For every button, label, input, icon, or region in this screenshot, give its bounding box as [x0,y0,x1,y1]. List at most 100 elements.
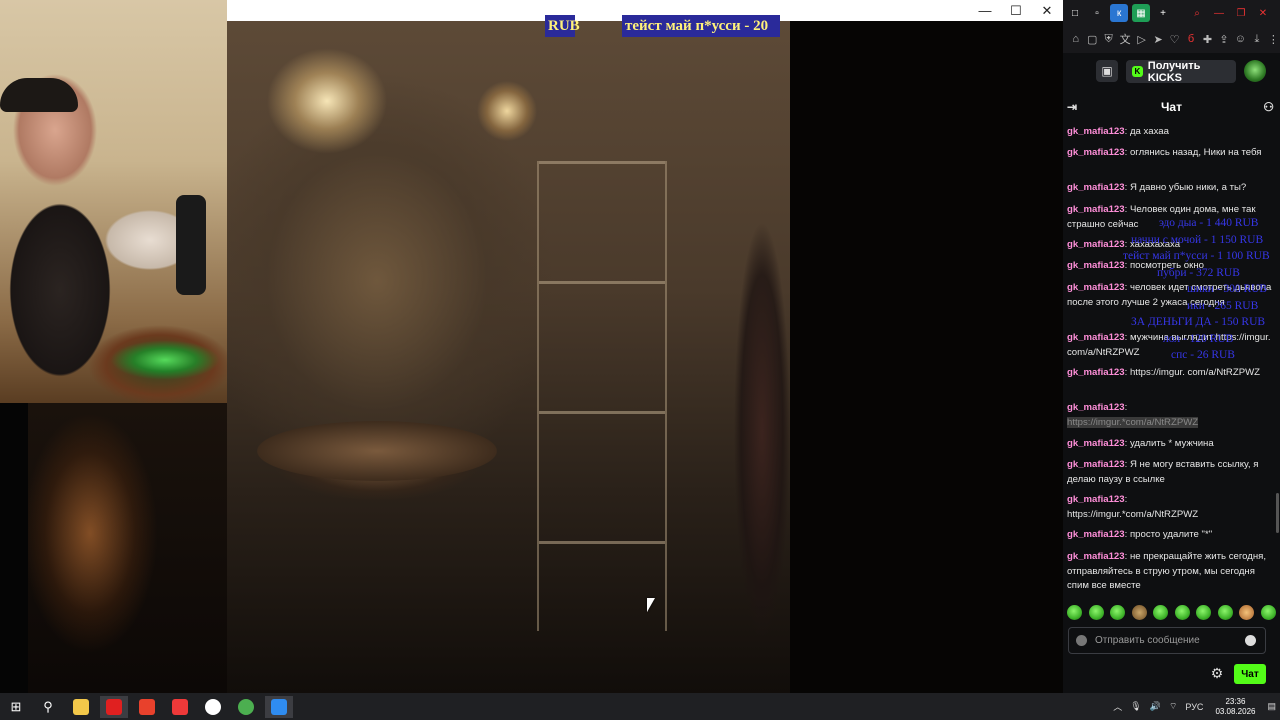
chat-username[interactable]: gk_mafia123 [1067,239,1125,250]
send-chat-button[interactable]: Чат [1234,664,1266,684]
close-button[interactable]: ✕ [1032,1,1062,20]
tab-page-icon[interactable]: □ [1066,4,1084,22]
chat-username[interactable]: gk_mafia123 [1067,204,1125,215]
obs-icon[interactable] [232,696,260,718]
chat-username[interactable]: gk_mafia123 [1067,282,1125,293]
desktop-screen: — ☐ ✕ RUB тейст май п*усси - 20 □ ▫ к ▦ … [0,0,1280,720]
volume-icon[interactable]: 🔊 [1150,701,1161,712]
emote-icon[interactable] [1217,605,1233,620]
get-kicks-button[interactable]: K Получить KICKS [1126,60,1236,84]
collapse-chat-icon[interactable]: ⇥ [1067,100,1077,114]
gear-icon[interactable]: ⚙ [1209,665,1225,681]
chat-username[interactable]: gk_mafia123 [1067,438,1125,449]
vivaldi-icon[interactable] [166,696,194,718]
clock[interactable]: 23:36 03.08.2026 [1215,697,1255,717]
chat-username[interactable]: gk_mafia123 [1067,459,1125,470]
chat-scrollbar[interactable] [1276,493,1279,533]
emoji-icon[interactable] [1245,635,1256,646]
emote-icon[interactable] [1174,605,1190,620]
video-player-window[interactable]: — ☐ ✕ [227,0,1063,693]
search-icon[interactable]: ⌕ [1188,4,1206,22]
chat-message: gk_mafia123: Я не могу вставить ссылку, … [1067,459,1259,485]
chat-header: ⇥ Чат ⚇ [1063,95,1280,119]
chat-username[interactable]: gk_mafia123 [1067,260,1125,271]
gift-icon[interactable]: ▣ [1096,60,1118,82]
language-indicator[interactable]: РУС [1185,702,1203,712]
network-icon[interactable]: ⌔ [1169,701,1177,712]
emote-icon[interactable] [1131,605,1147,620]
menu-icon[interactable]: ⋮ [1267,31,1280,47]
chat-text: посмотреть окно [1129,260,1204,271]
chat-text: Я давно убыю ники, а ты? [1129,182,1247,193]
restore-browser-icon[interactable]: ❐ [1232,4,1250,22]
chat-footer: ⚙ Чат [1063,663,1280,689]
shield-icon [1076,635,1087,646]
chat-username[interactable]: gk_mafia123 [1067,126,1125,137]
start-button[interactable]: ⊞ [2,696,30,718]
share-icon[interactable]: ⇪ [1217,31,1230,47]
yandex-icon[interactable] [199,696,227,718]
microphone-shape [176,195,206,295]
yandex-browser-icon[interactable] [133,696,161,718]
tab-vk-icon[interactable]: к [1110,4,1128,22]
chat-username[interactable]: gk_mafia123 [1067,332,1125,343]
puzzle-icon[interactable]: ✚ [1201,31,1214,47]
notifications-icon[interactable]: ▤ [1267,701,1276,712]
download-icon[interactable]: ⤓ [1250,31,1263,47]
file-explorer-icon[interactable] [67,696,95,718]
chevron-up-icon[interactable]: ︿ [1113,700,1122,713]
new-tab-icon[interactable]: + [1154,4,1172,22]
tab-page-icon[interactable]: ▫ [1088,4,1106,22]
users-icon[interactable]: ⚇ [1263,100,1274,114]
heart-icon[interactable]: ♡ [1168,31,1181,47]
shield-icon[interactable]: ⛨ [1102,31,1115,47]
chat-link[interactable]: https://imgur.*com/a/NtRZPWZ [1067,416,1199,428]
kick-topbar: ▣ K Получить KICKS [1063,53,1280,89]
chat-username[interactable]: gk_mafia123 [1067,147,1125,158]
emote-icon[interactable] [1088,605,1104,620]
chat-username[interactable]: gk_mafia123 [1067,551,1125,562]
chat-text: https://imgur.*com/a/NtRZPWZ [1067,508,1199,520]
search-icon[interactable]: ⚲ [34,696,62,718]
bookmark-icon[interactable]: ⌂ [1069,31,1082,47]
chat-input-box[interactable] [1068,627,1266,654]
emote-bar [1067,605,1276,623]
tab-sheets-icon[interactable]: ▦ [1132,4,1150,22]
chat-username[interactable]: gk_mafia123 [1067,182,1125,193]
emote-icon[interactable] [1196,605,1212,620]
chat-message: gk_mafia123: https://imgur.*com/a/NtRZPWZ [1067,402,1199,428]
b-extension-icon[interactable]: б [1184,31,1197,47]
close-browser-icon[interactable]: ✕ [1254,4,1272,22]
translate-icon[interactable]: 文 [1118,31,1131,47]
emote-icon[interactable] [1067,605,1082,620]
chat-messages[interactable]: gk_mafia123: да хахаа gk_mafia123: оглян… [1063,123,1276,598]
chat-username[interactable]: gk_mafia123 [1067,367,1125,378]
chat-text: оглянись назад, Ники на тебя [1129,147,1262,158]
rgb-mouse-glow [110,340,220,380]
emote-icon[interactable] [1110,605,1126,620]
minimize-button[interactable]: — [970,1,1000,20]
avatar[interactable] [1244,60,1266,82]
chat-username[interactable]: gk_mafia123 [1067,402,1125,413]
minimize-browser-icon[interactable]: — [1210,4,1228,22]
donation-ticker-left: RUB [545,15,580,37]
emote-icon[interactable] [1153,605,1169,620]
emote-icon[interactable] [1260,605,1276,620]
clock-date: 03.08.2026 [1215,706,1256,716]
chat-message: gk_mafia123: мужчина выглядит https://im… [1067,332,1271,358]
app-red-icon[interactable] [100,696,128,718]
chat-message: gk_mafia123: просто удалите "*" [1067,529,1213,540]
maximize-button[interactable]: ☐ [1001,1,1031,20]
video-player-taskbar-icon[interactable] [265,696,293,718]
clock-time: 23:36 [1225,696,1246,706]
emote-icon[interactable] [1239,605,1255,620]
dark-stripe [0,403,28,693]
microphone-icon[interactable]: 🎙 [1130,701,1141,712]
play-icon[interactable]: ▷ [1135,31,1148,47]
send-icon[interactable]: ➤ [1151,31,1164,47]
screenshot-icon[interactable]: ▢ [1085,31,1098,47]
chat-username[interactable]: gk_mafia123 [1067,494,1125,505]
chat-username[interactable]: gk_mafia123 [1067,529,1125,540]
chat-input[interactable] [1095,635,1235,646]
profile-icon[interactable]: ☺ [1234,31,1247,47]
